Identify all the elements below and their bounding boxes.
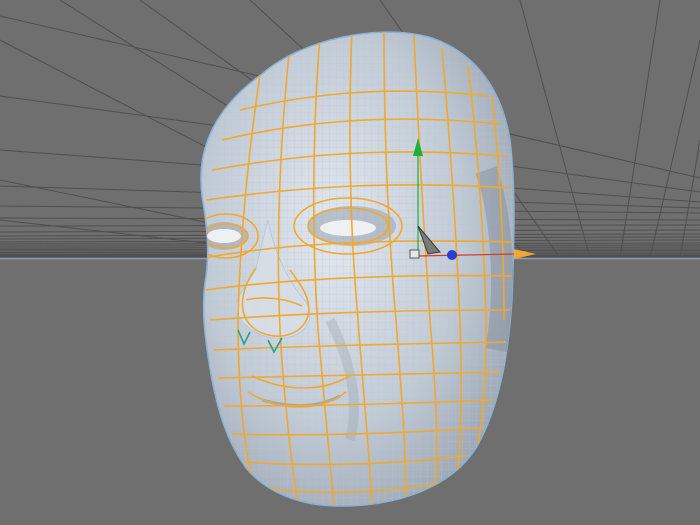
- gizmo-z-handle[interactable]: [447, 250, 457, 260]
- head-mesh[interactable]: [190, 20, 530, 520]
- right-eyeball: [320, 220, 376, 236]
- left-eyeball: [207, 229, 241, 243]
- 3d-viewport[interactable]: [0, 0, 700, 525]
- object-axis-icon[interactable]: [409, 249, 420, 259]
- viewport-canvas[interactable]: [0, 0, 700, 525]
